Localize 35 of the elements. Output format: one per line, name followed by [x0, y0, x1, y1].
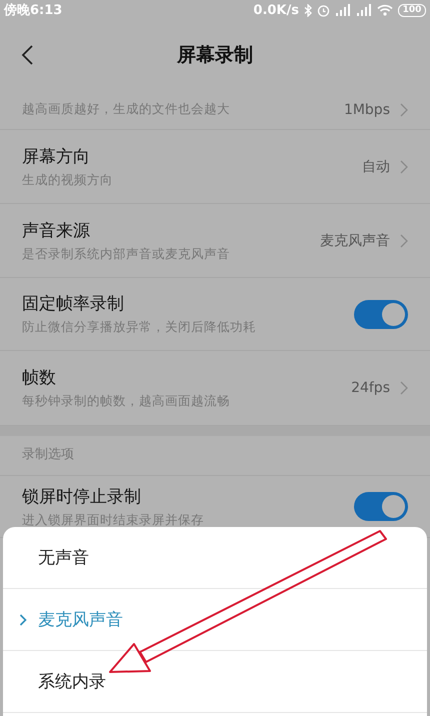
setting-title: 屏幕方向 — [22, 146, 91, 168]
setting-description: 进入锁屏界面时结束录屏并保存 — [22, 512, 205, 528]
chevron-right-icon — [400, 160, 408, 174]
setting-title: 帧数 — [22, 367, 57, 389]
status-time: 傍晚6:13 — [4, 2, 62, 19]
section-header: 录制选项 — [22, 446, 74, 463]
signal-icon — [335, 4, 351, 16]
setting-description: 是否录制系统内部声音或麦克风声音 — [22, 246, 231, 262]
bluetooth-icon — [304, 4, 312, 16]
alarm-icon — [317, 4, 330, 16]
battery-level: 100 — [398, 4, 426, 16]
chevron-right-icon — [400, 234, 408, 248]
setting-title: 锁屏时停止录制 — [22, 486, 142, 508]
setting-description: 越高画质越好，生成的文件也会越大 — [22, 101, 231, 118]
network-speed: 0.0K/s — [253, 2, 299, 18]
setting-title: 固定帧率录制 — [22, 293, 125, 315]
sound-option[interactable]: 无声音 — [3, 527, 427, 589]
signal-icon — [356, 4, 372, 16]
sound-option[interactable]: 麦克风声音 — [3, 589, 427, 651]
setting-description: 每秒钟录制的帧数，越高画面越流畅 — [22, 393, 231, 410]
setting-value[interactable]: 自动 — [362, 158, 390, 176]
setting-value[interactable]: 麦克风声音 — [320, 232, 390, 250]
page-title: 屏幕录制 — [177, 43, 253, 68]
chevron-right-icon — [400, 381, 408, 395]
toggle-switch[interactable] — [354, 300, 408, 328]
toggle-switch[interactable] — [354, 492, 408, 521]
chevron-right-icon — [400, 102, 408, 116]
setting-description: 生成的视频方向 — [22, 172, 114, 188]
setting-title: 声音来源 — [22, 220, 91, 242]
wifi-icon — [377, 4, 393, 16]
setting-value[interactable]: 24fps — [351, 380, 390, 396]
setting-description: 防止微信分享播放异常，关闭后降低功耗 — [22, 319, 257, 336]
setting-value[interactable]: 1Mbps — [344, 102, 390, 118]
sound-option[interactable]: 系统内录 — [3, 651, 427, 713]
chevron-right-icon — [19, 612, 28, 626]
